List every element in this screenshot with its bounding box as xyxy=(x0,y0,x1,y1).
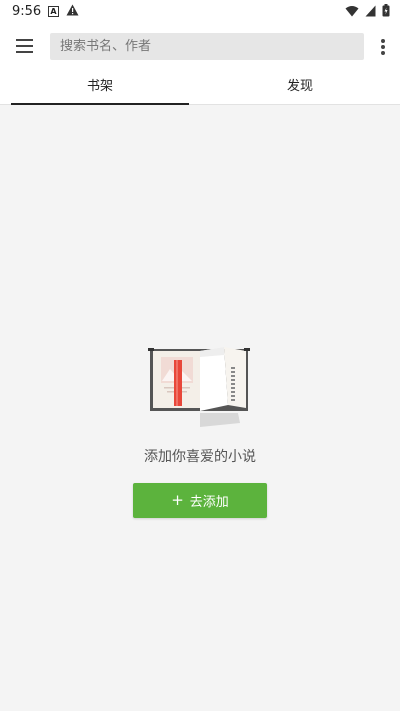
add-button-label: 去添加 xyxy=(189,495,229,510)
wifi-icon xyxy=(345,5,359,20)
tab-selected-indicator xyxy=(11,103,189,105)
a-notification-icon: A xyxy=(48,6,59,17)
tab-bookshelf[interactable]: 书架 xyxy=(11,70,189,104)
more-vertical-icon[interactable] xyxy=(380,38,386,56)
tab-discover[interactable]: 发现 xyxy=(211,70,389,104)
status-icons xyxy=(345,4,390,20)
add-novel-button[interactable]: + 去添加 xyxy=(133,483,267,518)
battery-icon xyxy=(382,4,390,20)
open-book-icon xyxy=(148,343,252,427)
warning-icon xyxy=(66,4,79,19)
empty-state-message: 添加你喜爱的小说 xyxy=(144,449,256,465)
search-input[interactable] xyxy=(50,33,364,60)
app-bar xyxy=(0,24,400,70)
hamburger-menu-icon[interactable] xyxy=(14,37,36,57)
signal-icon xyxy=(365,5,376,20)
plus-icon: + xyxy=(171,491,184,509)
status-time: 9:56 xyxy=(12,4,42,19)
status-bar: 9:56 A xyxy=(0,0,400,24)
tab-bar: 书架 发现 xyxy=(0,70,400,105)
